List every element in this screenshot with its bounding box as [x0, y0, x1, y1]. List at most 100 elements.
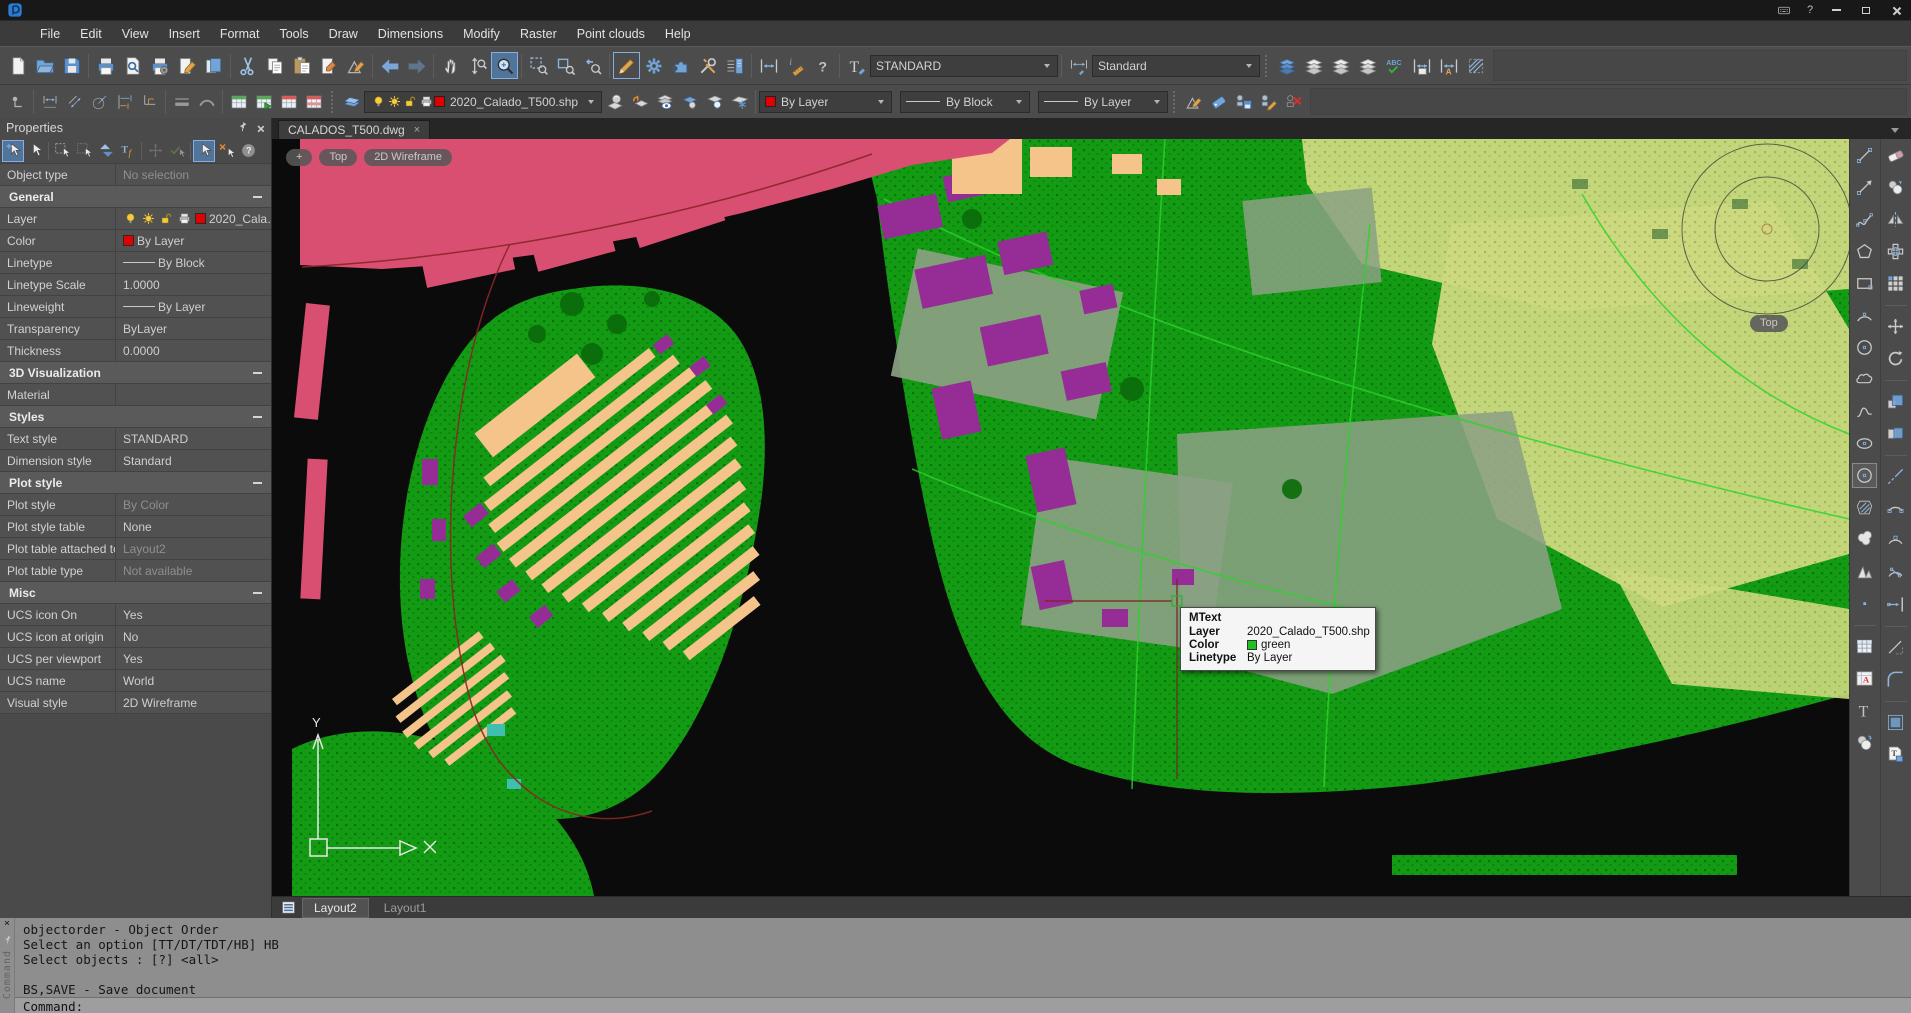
select-apply-icon[interactable] [166, 140, 188, 162]
block-save-icon[interactable] [1231, 89, 1256, 114]
select-cursor-icon[interactable] [24, 140, 46, 162]
dimension-style-combo[interactable]: Standard [1092, 55, 1260, 77]
customize-icon[interactable] [694, 52, 721, 79]
point-icon[interactable] [1852, 591, 1877, 616]
viewport-menu-pill[interactable]: + [286, 149, 312, 166]
copy-entities-icon[interactable] [1852, 730, 1877, 755]
paste-icon[interactable] [288, 52, 315, 79]
text-style-icon[interactable] [843, 52, 870, 79]
drawing-canvas[interactable]: Y + Top 2D Wireframe Top MText Layer2020… [272, 139, 1849, 896]
modules-icon[interactable] [667, 52, 694, 79]
copy-icon[interactable] [261, 52, 288, 79]
dim-aligned-icon[interactable] [62, 89, 87, 114]
collapse-section-icon[interactable] [253, 196, 262, 198]
move-icon[interactable] [1883, 314, 1908, 339]
virtual-keyboard-icon[interactable] [1769, 0, 1799, 20]
line-icon[interactable] [1852, 143, 1877, 168]
copy-entity-icon[interactable] [1883, 175, 1908, 200]
lineweight-display-icon[interactable] [169, 89, 194, 114]
close-button[interactable] [1881, 0, 1911, 20]
property-value[interactable] [116, 384, 271, 405]
property-value[interactable]: Standard [116, 450, 271, 471]
save-document-icon[interactable] [58, 52, 85, 79]
property-value[interactable]: STANDARD [116, 428, 271, 449]
table-icon[interactable] [1852, 634, 1877, 659]
property-value[interactable]: By Block [116, 252, 271, 273]
ray-icon[interactable] [1852, 175, 1877, 200]
dim-associate-icon[interactable] [1408, 52, 1435, 79]
command-input-line[interactable]: Command: [15, 997, 1911, 1013]
menu-tools[interactable]: Tools [269, 23, 318, 45]
extend-icon[interactable] [1883, 592, 1908, 617]
layer-freeze-icon[interactable] [727, 89, 752, 114]
erase-icon[interactable] [1883, 143, 1908, 168]
menu-dimensions[interactable]: Dimensions [368, 23, 453, 45]
layer-walk-icon[interactable] [652, 89, 677, 114]
scale-icon[interactable] [1883, 389, 1908, 414]
menu-view[interactable]: View [112, 23, 159, 45]
zoom-scale-icon[interactable] [552, 52, 579, 79]
rotate-icon[interactable] [1883, 346, 1908, 371]
open-document-icon[interactable] [31, 52, 58, 79]
polyline-width-icon[interactable] [194, 89, 219, 114]
document-tab[interactable]: CALADOS_T500.dwg × [278, 120, 430, 139]
ellipse-icon[interactable] [1852, 431, 1877, 456]
new-document-icon[interactable] [4, 52, 31, 79]
property-value[interactable]: Not available [116, 560, 271, 581]
titlebar-help-button[interactable]: ? [1799, 0, 1821, 20]
pin-panel-icon[interactable] [237, 121, 248, 135]
trim-icon[interactable] [1883, 635, 1908, 660]
toolbar-grip[interactable] [1173, 91, 1176, 113]
fillet-icon[interactable] [1883, 667, 1908, 692]
print-preview-icon[interactable] [146, 52, 173, 79]
cut-icon[interactable] [234, 52, 261, 79]
layer-plottable-icon[interactable] [418, 94, 434, 110]
color-combo[interactable]: By Layer [759, 91, 892, 113]
polygon-icon[interactable] [1852, 239, 1877, 264]
property-value[interactable]: World [116, 670, 271, 691]
section-general[interactable]: General [0, 186, 271, 208]
text-icon[interactable] [1852, 698, 1877, 723]
property-value[interactable]: ByLayer [116, 318, 271, 339]
layer-off-icon[interactable] [677, 89, 702, 114]
match-properties-icon[interactable] [342, 52, 369, 79]
layer-unlocked-icon[interactable] [159, 211, 174, 226]
zoom-window-icon[interactable] [525, 52, 552, 79]
print-icon[interactable] [92, 52, 119, 79]
app-logo-icon[interactable] [2, 1, 28, 19]
tab-list-dropdown-icon[interactable] [1891, 128, 1899, 133]
block-delete-icon[interactable] [1281, 89, 1306, 114]
close-command-panel-icon[interactable]: × [4, 919, 10, 929]
table-edit-icon[interactable] [276, 89, 301, 114]
tab-layout1[interactable]: Layout1 [372, 898, 439, 918]
layout-list-icon[interactable] [277, 899, 299, 917]
entity-snap-icon[interactable] [5, 89, 30, 114]
pan-icon[interactable] [437, 52, 464, 79]
layer-combo[interactable]: 2020_Calado_T500.shp [364, 91, 602, 113]
deselect-icon[interactable] [215, 140, 237, 162]
spline-fit-icon[interactable] [1852, 399, 1877, 424]
spline-icon[interactable] [1852, 207, 1877, 232]
table-attach-icon[interactable] [226, 89, 251, 114]
revcloud-icon[interactable] [1852, 367, 1877, 392]
lengthen-icon[interactable] [1883, 464, 1908, 489]
layer-unlocked-icon[interactable] [402, 94, 418, 110]
property-value[interactable]: 2020_Cala… [116, 208, 271, 229]
layer-states-manager-icon[interactable] [602, 89, 627, 114]
match-properties-icon[interactable] [1181, 89, 1206, 114]
property-value[interactable]: By Layer [116, 230, 271, 251]
menu-edit[interactable]: Edit [70, 23, 112, 45]
draw-sketch-icon[interactable] [613, 52, 640, 79]
layer-thawed-icon[interactable] [386, 94, 402, 110]
collapse-section-icon[interactable] [253, 482, 262, 484]
block-edit-icon[interactable] [1256, 89, 1281, 114]
table-export-icon[interactable] [251, 89, 276, 114]
layer-previous-icon[interactable] [1300, 52, 1327, 79]
region-icon[interactable] [1852, 527, 1877, 552]
find-text-icon[interactable] [119, 52, 146, 79]
layer-visible-icon[interactable] [123, 211, 138, 226]
dimension-style-icon[interactable] [1065, 52, 1092, 79]
menu-modify[interactable]: Modify [453, 23, 510, 45]
zoom-realtime-icon[interactable] [491, 52, 518, 79]
menu-insert[interactable]: Insert [159, 23, 210, 45]
